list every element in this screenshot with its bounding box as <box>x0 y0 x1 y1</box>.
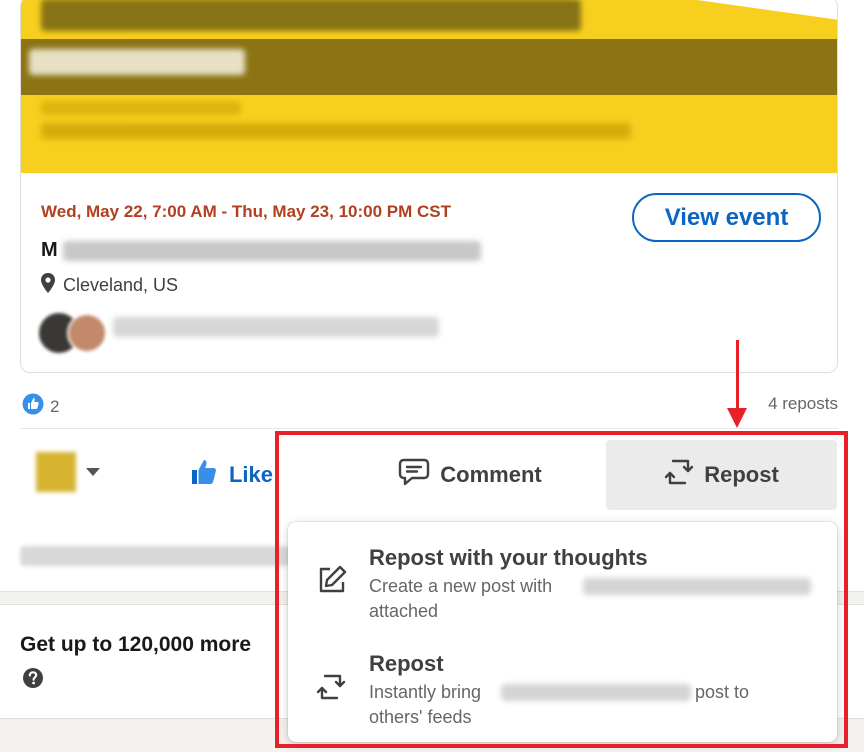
organic-impressions-redacted <box>20 546 290 566</box>
like-label: Like <box>228 462 274 487</box>
divider <box>20 428 838 429</box>
annotation-arrow-shaft <box>736 340 739 414</box>
persona-selector[interactable] <box>36 452 100 492</box>
banner-line-redacted <box>41 123 631 139</box>
reactions-summary[interactable]: 2 <box>22 393 59 420</box>
help-icon[interactable] <box>22 667 44 694</box>
annotation-highlight-box <box>275 431 848 748</box>
location-text: Cleveland, US <box>63 274 179 295</box>
event-title[interactable]: M <box>41 239 58 262</box>
promo-title: Get up to 120,000 more <box>20 633 252 656</box>
persona-avatar <box>36 452 76 492</box>
event-title-redacted <box>63 241 481 261</box>
like-reaction-icon <box>22 393 44 420</box>
event-location: Cleveland, US <box>41 272 179 298</box>
attendee-text-redacted <box>113 317 439 337</box>
banner-line-redacted <box>41 101 241 115</box>
chevron-down-icon <box>86 468 100 476</box>
reposts-count[interactable]: 4 reposts <box>768 394 838 414</box>
view-event-button[interactable]: View event <box>632 193 821 242</box>
attendee-avatar <box>67 313 107 353</box>
thumbs-up-icon <box>189 457 219 493</box>
banner-corner <box>647 0 837 21</box>
event-date-range: Wed, May 22, 7:00 AM - Thu, May 23, 10:0… <box>41 202 452 221</box>
banner-title-redacted <box>41 0 581 31</box>
location-pin-icon <box>41 272 55 298</box>
banner-subtitle-redacted <box>29 49 245 75</box>
annotation-arrow-head-icon <box>727 408 747 428</box>
reaction-count: 2 <box>50 396 60 416</box>
like-button[interactable]: Like <box>176 440 286 510</box>
event-card[interactable]: Wed, May 22, 7:00 AM - Thu, May 23, 10:0… <box>20 0 838 373</box>
event-banner <box>21 0 837 173</box>
